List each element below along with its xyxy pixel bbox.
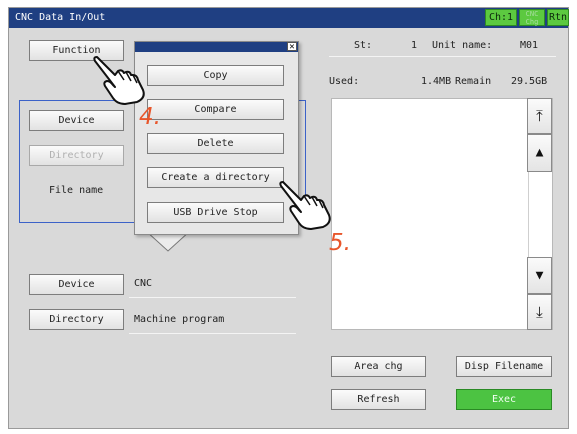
unit-name-value: M01 <box>520 40 539 51</box>
step-4-annotation: 4. <box>139 104 161 130</box>
cnc-data-screen: CNC Data In/Out Ch:1 CNC Chg Rtn St: 1 U… <box>8 7 569 429</box>
scroll-up-button[interactable]: ▲ <box>527 134 552 172</box>
refresh-button[interactable]: Refresh <box>331 389 426 410</box>
close-icon[interactable]: ✕ <box>287 42 297 52</box>
dest-directory-value: Machine program <box>134 314 225 325</box>
file-list[interactable] <box>331 98 553 330</box>
menu-copy-button[interactable]: Copy <box>147 65 284 86</box>
window-title: CNC Data In/Out <box>15 12 106 23</box>
disp-filename-button[interactable]: Disp Filename <box>456 356 552 377</box>
function-menu-popup: ✕ Copy Compare Delete Create a directory… <box>134 41 299 235</box>
popup-title-bar <box>135 42 298 52</box>
used-label: Used: <box>329 76 360 87</box>
menu-compare-button[interactable]: Compare <box>147 99 284 120</box>
pointing-hand-icon-2 <box>279 181 331 230</box>
scroll-top-button[interactable]: ⤒ <box>527 98 552 134</box>
area-chg-button[interactable]: Area chg <box>331 356 426 377</box>
source-filename-label: File name <box>49 185 104 196</box>
unit-name-label: Unit name: <box>432 40 493 51</box>
title-bar: CNC Data In/Out Ch:1 CNC Chg Rtn <box>9 8 569 28</box>
channel-button[interactable]: Ch:1 <box>485 9 517 26</box>
cnc-chg-button[interactable]: CNC Chg <box>519 9 545 26</box>
used-value: 1.4MB <box>421 76 452 87</box>
remain-label: Remain <box>455 76 492 87</box>
cnc-chg-line2: Chg <box>525 18 539 26</box>
st-value: 1 <box>411 40 418 51</box>
return-button[interactable]: Rtn <box>547 9 569 26</box>
step-5-annotation: 5. <box>329 230 351 256</box>
status-divider <box>329 56 556 57</box>
dest-device-button[interactable]: Device <box>29 274 124 295</box>
exec-button[interactable]: Exec <box>456 389 552 410</box>
menu-usb-drive-stop-button[interactable]: USB Drive Stop <box>147 202 284 223</box>
scroll-bottom-button[interactable]: ⤓ <box>527 294 552 330</box>
menu-delete-button[interactable]: Delete <box>147 133 284 154</box>
source-device-button[interactable]: Device <box>29 110 124 131</box>
st-label: St: <box>354 40 373 51</box>
dest-directory-button[interactable]: Directory <box>29 309 124 330</box>
scroll-down-button[interactable]: ▼ <box>527 257 552 294</box>
cnc-chg-line1: CNC <box>525 10 539 18</box>
menu-create-directory-button[interactable]: Create a directory <box>147 167 284 188</box>
dest-directory-underline <box>129 333 296 334</box>
dest-device-underline <box>129 297 296 298</box>
dest-device-value: CNC <box>134 278 153 289</box>
pointing-hand-icon <box>93 56 145 105</box>
source-directory-button[interactable]: Directory <box>29 145 124 166</box>
remain-value: 29.5GB <box>511 76 548 87</box>
